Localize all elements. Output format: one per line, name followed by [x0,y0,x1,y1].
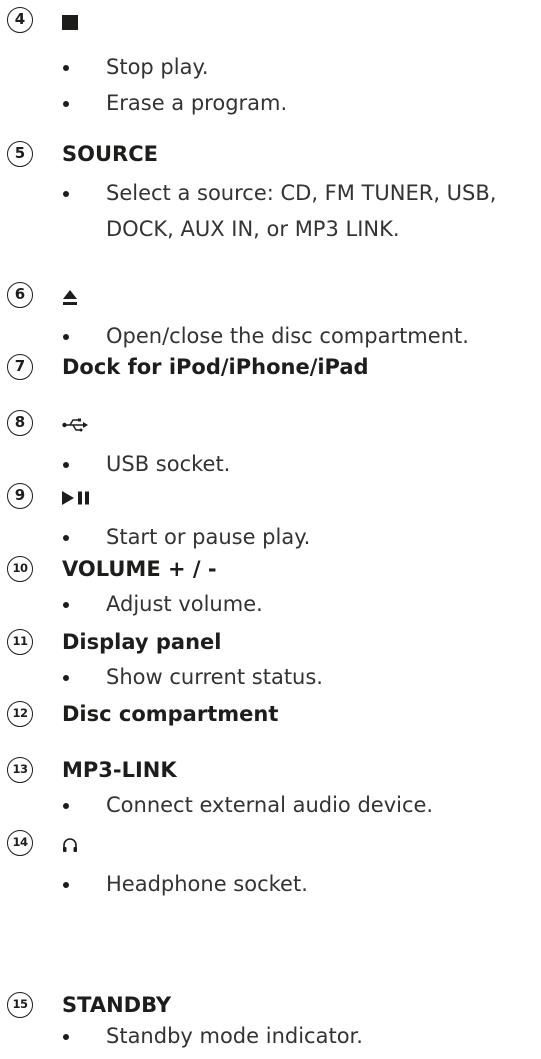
item-title: Disc compartment [62,702,279,726]
item-number-badge: 13 [7,757,33,783]
bullet-item: Standby mode indicator. [0,1018,541,1054]
bullet-dot [63,803,69,809]
bullet-dot [63,882,69,888]
bullet-item: Headphone socket. [0,866,541,902]
bullet-item: Adjust volume. [0,586,541,622]
bullet-text: Erase a program. [106,91,288,115]
item-11: 11 Display panel Show current status. [0,629,541,695]
bullet-item: Open/close the disc compartment. [0,318,541,354]
bullet-text: Connect external audio device. [106,793,434,817]
item-number-badge: 5 [7,141,33,167]
item-6: 6 Open/close the disc compartment. [0,282,541,354]
eject-icon [62,282,78,312]
headphone-icon [62,830,78,860]
item-title: Display panel [62,630,222,654]
item-13: 13 MP3-LINK Connect external audio devic… [0,757,541,823]
bullet-dot [63,191,69,197]
item-title: STANDBY [62,993,172,1017]
bullet-dot [63,602,69,608]
bullet-text: Select a source: CD, FM TUNER, USB, DOCK… [106,181,497,241]
bullet-item: Stop play. [0,49,541,85]
bullet-dot [63,462,69,468]
item-10: 10 VOLUME + / - Adjust volume. [0,556,541,622]
item-title: Dock for iPod/iPhone/iPad [62,355,369,379]
item-number-badge: 11 [7,629,33,655]
bullet-item: Erase a program. [0,85,541,121]
item-title: VOLUME + / - [62,557,217,581]
item-5: 5 SOURCE Select a source: CD, FM TUNER, … [0,141,541,247]
item-number-badge: 8 [7,410,33,436]
bullet-text: Stop play. [106,55,209,79]
bullet-item: USB socket. [0,446,541,482]
item-14: 14 Headphone socket. [0,830,541,902]
bullet-item: Select a source: CD, FM TUNER, USB, DOCK… [0,175,541,247]
bullet-text: Start or pause play. [106,525,311,549]
bullet-dot [63,675,69,681]
item-8: 8 USB socket. [0,410,541,482]
bullet-text: Open/close the disc compartment. [106,324,469,348]
item-4: 4 Stop play. Erase a program. [0,7,541,121]
bullet-dot [63,65,69,71]
bullet-text: Headphone socket. [106,872,308,896]
play-pause-icon [62,483,92,513]
item-7: 7 Dock for iPod/iPhone/iPad [0,354,541,384]
usb-icon [62,410,88,440]
item-number-badge: 9 [7,483,33,509]
bullet-item: Start or pause play. [0,519,541,555]
item-12: 12 Disc compartment [0,701,541,731]
item-15: 15 STANDBY Standby mode indicator. [0,992,541,1054]
bullet-dot [63,1034,69,1040]
bullet-text: Adjust volume. [106,592,263,616]
item-number-badge: 15 [7,992,33,1018]
item-number-badge: 4 [7,7,33,33]
bullet-dot [63,101,69,107]
item-title: MP3-LINK [62,758,177,782]
item-title: SOURCE [62,142,158,166]
bullet-item: Show current status. [0,659,541,695]
bullet-text: Show current status. [106,665,323,689]
bullet-dot [63,334,69,340]
bullet-item: Connect external audio device. [0,787,541,823]
item-number-badge: 14 [7,830,33,856]
item-9: 9 Start or pause play. [0,483,541,555]
item-number-badge: 10 [7,556,33,582]
bullet-text: USB socket. [106,452,231,476]
stop-icon [62,7,79,37]
item-number-badge: 6 [7,282,33,308]
item-number-badge: 12 [7,701,33,727]
item-number-badge: 7 [7,354,33,380]
bullet-dot [63,535,69,541]
bullet-text: Standby mode indicator. [106,1024,363,1048]
